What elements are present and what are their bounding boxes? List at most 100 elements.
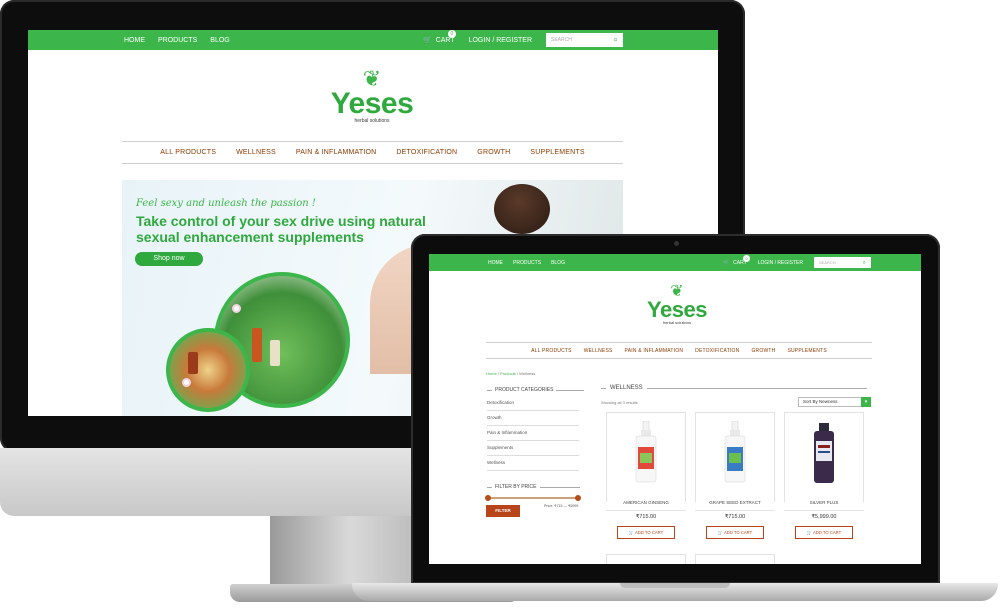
filter-title: FILTER BY PRICE (495, 484, 537, 490)
nav-products[interactable]: PRODUCTS (158, 37, 197, 44)
category-item-detoxification[interactable]: Detoxification (487, 396, 579, 411)
device-mockup: HOME PRODUCTS BLOG 🛒 CART 0 LOGIN / REGI… (0, 0, 1000, 611)
cat-detoxification[interactable]: DETOXIFICATION (396, 149, 457, 156)
product-card-partial[interactable] (695, 554, 775, 564)
product-card[interactable] (784, 412, 864, 502)
product-name[interactable]: GRAPE SEED EXTRACT (695, 500, 775, 505)
search-input[interactable]: SEARCH ⌕ (814, 257, 871, 268)
category-nav: ALL PRODUCTS WELLNESS PAIN & INFLAMMATIO… (486, 342, 872, 359)
oil-bottle-image (252, 328, 262, 362)
category-item-pain-inflammation[interactable]: Pain & Inflammation (487, 426, 579, 441)
top-bar: HOME PRODUCTS BLOG 🛒 CART 0 LOGIN / REGI… (429, 254, 921, 271)
heading-rule (487, 389, 492, 391)
heading-rule (601, 387, 606, 389)
chevron-down-icon[interactable]: ▾ (861, 397, 871, 407)
breadcrumb: Home / Products / Wellness (486, 371, 536, 376)
price-range-slider[interactable] (485, 495, 581, 501)
top-right: 🛒 CART 0 LOGIN / REGISTER SEARCH ⌕ (423, 30, 623, 50)
nav-blog[interactable]: BLOG (210, 37, 229, 44)
product-card[interactable] (695, 412, 775, 502)
cart-count-badge: 0 (742, 254, 750, 262)
filter-heading: FILTER BY PRICE (487, 484, 580, 490)
page-title: WELLNESS (601, 385, 867, 391)
cart-icon: 🛒 (806, 530, 813, 535)
product-card[interactable] (606, 412, 686, 502)
price-max-handle[interactable] (575, 495, 581, 501)
oil-bottle-image (188, 352, 198, 374)
category-item-wellness[interactable]: Wellness (487, 456, 579, 471)
nav-home[interactable]: HOME (488, 260, 503, 266)
cat-detoxification[interactable]: DETOXIFICATION (695, 348, 739, 354)
search-icon[interactable]: ⌕ (863, 259, 866, 267)
cat-supplements[interactable]: SUPPLEMENTS (530, 149, 584, 156)
search-placeholder: SEARCH (819, 260, 836, 265)
breadcrumb-products[interactable]: Products (500, 371, 516, 376)
search-icon[interactable]: ⌕ (614, 36, 618, 44)
cat-all-products[interactable]: ALL PRODUCTS (531, 348, 572, 354)
product-image (814, 423, 834, 483)
login-register-link[interactable]: LOGIN / REGISTER (469, 37, 532, 44)
brand-name: Yeses (647, 297, 707, 322)
category-item-growth[interactable]: Growth (487, 411, 579, 426)
heading-rule (556, 389, 585, 391)
categories-heading: PRODUCT CATEGORIES (487, 387, 585, 393)
add-to-cart-label: ADD TO CART (724, 530, 753, 535)
nav-blog[interactable]: BLOG (551, 260, 565, 266)
divider (695, 510, 775, 511)
cat-all-products[interactable]: ALL PRODUCTS (160, 149, 216, 156)
brand-logo[interactable]: ❦ Yeses herbal solutions (326, 68, 418, 125)
laptop-notch (620, 583, 730, 588)
cat-pain-inflammation[interactable]: PAIN & INFLAMMATION (296, 149, 377, 156)
product-card-partial[interactable] (606, 554, 686, 564)
product-price: ₹715.00 (724, 514, 746, 520)
cart-link[interactable]: 🛒 CART 0 (722, 254, 750, 266)
login-register-link[interactable]: LOGIN / REGISTER (758, 260, 803, 266)
heading-rule (539, 486, 580, 488)
top-bar: HOME PRODUCTS BLOG 🛒 CART 0 LOGIN / REGI… (28, 30, 718, 50)
category-nav: ALL PRODUCTS WELLNESS PAIN & INFLAMMATIO… (122, 141, 623, 164)
product-name[interactable]: SILVER PLUS (784, 500, 864, 505)
add-to-cart-button[interactable]: 🛒 ADD TO CART (706, 526, 764, 539)
divider (784, 510, 864, 511)
flower-image (232, 304, 241, 313)
laptop-screen: HOME PRODUCTS BLOG 🛒 CART 0 LOGIN / REGI… (429, 254, 921, 564)
sort-select[interactable]: Sort By Newness ▾ (798, 397, 871, 407)
category-item-supplements[interactable]: Supplements (487, 441, 579, 456)
breadcrumb-home[interactable]: Home (486, 371, 497, 376)
add-to-cart-button[interactable]: 🛒 ADD TO CART (795, 526, 853, 539)
banner-person-head (494, 184, 550, 234)
banner-tagline: Feel sexy and unleash the passion ! (136, 198, 316, 209)
top-nav: HOME PRODUCTS BLOG (488, 254, 565, 271)
product-image (724, 421, 746, 483)
product-name[interactable]: AMERICAN GINSENG (606, 500, 686, 505)
nav-products[interactable]: PRODUCTS (513, 260, 541, 266)
cat-growth[interactable]: GROWTH (477, 149, 510, 156)
nav-home[interactable]: HOME (124, 37, 145, 44)
cart-icon: 🛒 (722, 259, 730, 266)
cart-icon: 🛒 (717, 530, 724, 535)
search-input[interactable]: SEARCH ⌕ (546, 33, 623, 47)
brand-logo[interactable]: ❦ Yeses herbal solutions (641, 284, 713, 326)
cat-wellness[interactable]: WELLNESS (584, 348, 613, 354)
price-range-text: Price: ₹715 — ₹5999 (544, 504, 579, 508)
shop-now-button[interactable]: Shop now (135, 252, 203, 266)
add-to-cart-label: ADD TO CART (635, 530, 664, 535)
filter-button[interactable]: FILTER (486, 505, 520, 517)
cart-icon: 🛒 (422, 37, 432, 44)
cat-supplements[interactable]: SUPPLEMENTS (787, 348, 826, 354)
search-placeholder: SEARCH (551, 37, 572, 43)
product-price: ₹5,999.00 (811, 514, 837, 520)
add-to-cart-button[interactable]: 🛒 ADD TO CART (617, 526, 675, 539)
herbs-image-small (166, 328, 250, 412)
heading-rule (646, 387, 867, 389)
cat-wellness[interactable]: WELLNESS (236, 149, 276, 156)
breadcrumb-current: Wellness (519, 371, 536, 376)
cart-link[interactable]: 🛒 CART 0 (422, 30, 456, 44)
sort-value: Sort By Newness (803, 399, 838, 404)
cart-icon: 🛒 (628, 530, 635, 535)
price-min-handle[interactable] (485, 495, 491, 501)
cat-growth[interactable]: GROWTH (751, 348, 775, 354)
product-price: ₹715.00 (635, 514, 657, 520)
top-right: 🛒 CART 0 LOGIN / REGISTER SEARCH ⌕ (723, 254, 871, 271)
cat-pain-inflammation[interactable]: PAIN & INFLAMMATION (625, 348, 684, 354)
